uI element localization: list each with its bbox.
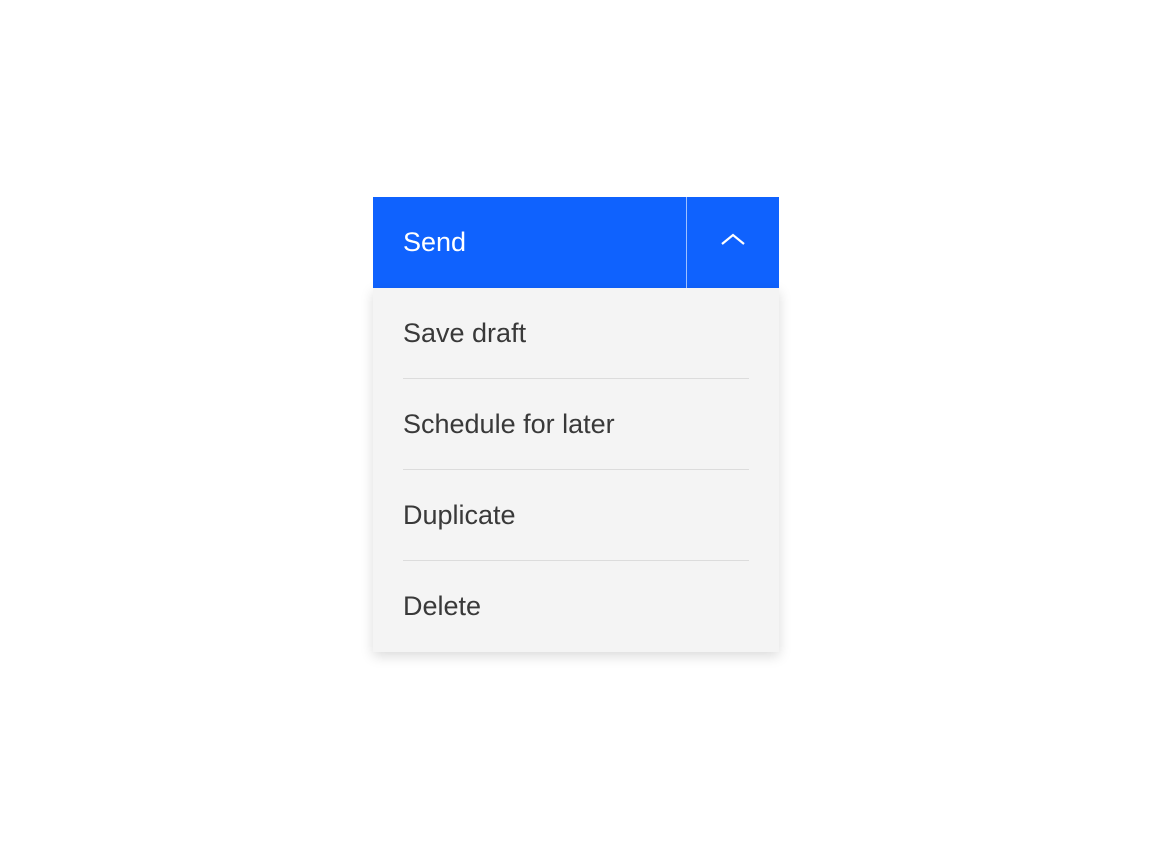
dropdown-toggle-button[interactable] — [687, 197, 779, 288]
split-button: Send — [373, 197, 779, 288]
menu-item-label: Delete — [403, 591, 481, 621]
menu-item-label: Save draft — [403, 318, 526, 348]
chevron-up-icon — [719, 232, 747, 253]
send-button-label: Send — [403, 227, 466, 258]
menu-item-label: Schedule for later — [403, 409, 615, 439]
menu-item-save-draft[interactable]: Save draft — [373, 288, 779, 379]
send-button[interactable]: Send — [373, 197, 687, 288]
split-button-container: Send Save draft Schedule for later Dupli… — [373, 197, 779, 652]
menu-item-schedule-for-later[interactable]: Schedule for later — [373, 379, 779, 470]
menu-item-label: Duplicate — [403, 500, 516, 530]
menu-item-delete[interactable]: Delete — [373, 561, 779, 652]
menu-item-duplicate[interactable]: Duplicate — [373, 470, 779, 561]
dropdown-menu: Save draft Schedule for later Duplicate … — [373, 288, 779, 652]
